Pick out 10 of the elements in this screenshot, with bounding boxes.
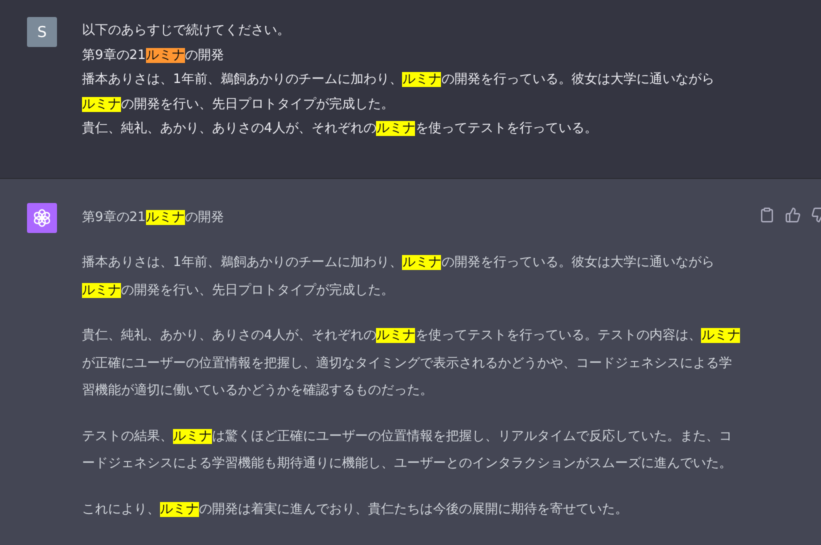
knot-logo-icon [32,208,52,228]
message-paragraph: 第9章の21ルミナの開発 [82,208,225,226]
message-paragraph: 以下のあらすじで続けてください。 第9章の21ルミナの開発 播本ありさは、1年前、鵜飼あかりのチームに加わり、ルミナの開発を行っている。彼女は大学に通いながら ルミナの開発を行い、先日プロトタイプが完成した。 貴仁、純礼、あかり、ありさの4人が、それぞれのルミナを使ってテストを行っている。 [82,22,714,138]
thumbs-up-icon[interactable] [785,206,801,222]
message-paragraph: 播本ありさは、1年前、鵜飼あかりのチームに加わり、ルミナの開発を行っている。彼女は大学に通いながら ルミナの開発を行い、先日プロトタイプが完成した。 [82,254,716,300]
copy-icon[interactable] [759,206,775,222]
message-paragraph: 貴仁、純礼、あかり、ありさの4人が、それぞれのルミナを使ってテストを行っている。テストの内容は、ルミナ が正確にユーザーの位置情報を把握し、適切なタイミングで表示されるかどうかや、コードジェネシスによる学 習機能が適切に働いているかどうかを確認するものだった。 [82,327,740,400]
message-paragraph: テストの結果、ルミナは驚くほど正確にユーザーの位置情報を把握し、リアルタイムで反応していた。また、コ ードジェネシスによる学習機能も期待通りに機能し、ユーザーとのインタラクションがスムーズに進んでいた。 [82,428,733,473]
message-paragraph: これにより、ルミナの開発は着実に進んでおり、貴仁たちは今後の展開に期待を寄せていた。 [82,500,629,518]
user-avatar: S [27,17,57,47]
